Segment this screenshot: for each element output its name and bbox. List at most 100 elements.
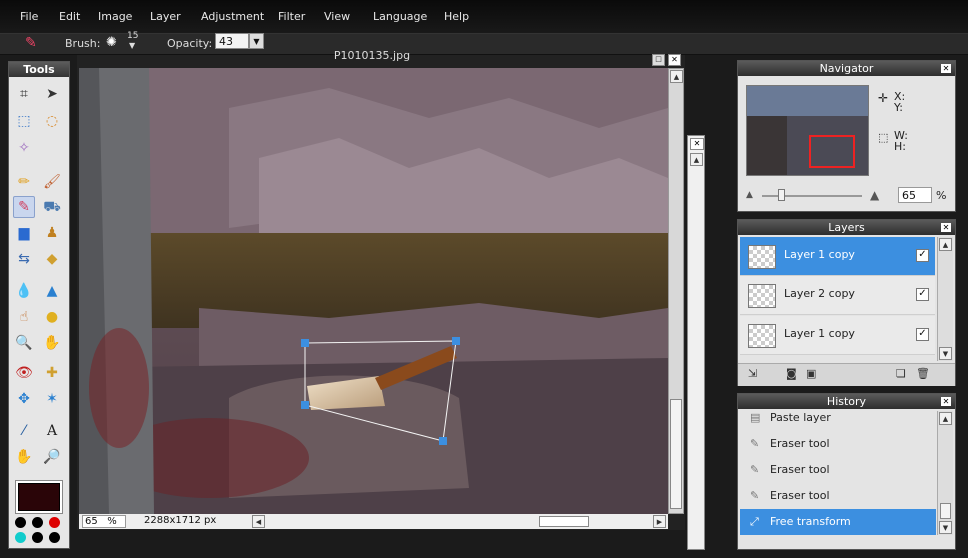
- type-icon[interactable]: A: [41, 420, 63, 442]
- menu-image[interactable]: Image: [98, 10, 132, 23]
- bloat-icon[interactable]: ✥: [13, 388, 35, 410]
- zoom-field[interactable]: 65 %: [82, 515, 126, 528]
- drawing-icon[interactable]: ◆: [41, 248, 63, 270]
- history-item[interactable]: ✎ Eraser tool: [740, 431, 936, 457]
- close-icon[interactable]: ✕: [941, 64, 951, 73]
- blur-icon[interactable]: 💧: [13, 280, 35, 302]
- layer-settings-icon[interactable]: ⇲: [748, 367, 757, 380]
- magic-wand-icon[interactable]: ✧: [13, 137, 35, 159]
- history-label: Paste layer: [770, 411, 831, 424]
- eraser-tool-icon[interactable]: ✎: [13, 196, 35, 218]
- layer-styles-icon[interactable]: ▣: [806, 367, 816, 380]
- red-eye-icon[interactable]: 👁: [13, 362, 35, 384]
- color-replace-icon[interactable]: ⇆: [13, 248, 35, 270]
- sponge-icon[interactable]: ●: [41, 306, 63, 328]
- menu-bar: File Edit Image Layer Adjustment Filter …: [0, 0, 968, 34]
- scroll-down-icon[interactable]: ▼: [939, 347, 952, 360]
- new-layer-icon[interactable]: ❏: [896, 367, 906, 380]
- zoom-in-icon[interactable]: ▲: [870, 188, 879, 202]
- menu-edit[interactable]: Edit: [59, 10, 80, 23]
- pinch-icon[interactable]: ✶: [41, 388, 63, 410]
- hand-icon[interactable]: ✋: [13, 446, 35, 468]
- zoom-value[interactable]: 65: [85, 516, 98, 527]
- history-panel: History ✕ ▤ Paste layer ✎ Eraser tool ✎ …: [737, 393, 956, 550]
- scroll-left-icon[interactable]: ◀: [252, 515, 265, 528]
- lasso-icon[interactable]: ◌: [41, 110, 63, 132]
- close-icon[interactable]: ✕: [941, 223, 951, 232]
- navigator-view-box[interactable]: [809, 135, 855, 168]
- zoom-out-icon[interactable]: ▲: [746, 190, 753, 200]
- scroll-up-icon[interactable]: ▲: [939, 412, 952, 425]
- scroll-down-icon[interactable]: ▼: [939, 521, 952, 534]
- navigator-zoom-input[interactable]: 65: [898, 187, 932, 203]
- layer-item[interactable]: Layer 2 copy ✓: [740, 276, 935, 315]
- document-horizontal-scroll-thumb[interactable]: [539, 516, 589, 527]
- menu-filter[interactable]: Filter: [278, 10, 305, 23]
- menu-file[interactable]: File: [20, 10, 38, 23]
- scroll-up-icon[interactable]: ▲: [939, 238, 952, 251]
- history-scrollbar[interactable]: ▲ ▼: [937, 411, 953, 535]
- marquee-icon[interactable]: ⬚: [13, 110, 35, 132]
- history-item[interactable]: ✎ Eraser tool: [740, 483, 936, 509]
- foreground-color-swatch[interactable]: [18, 483, 60, 511]
- history-item[interactable]: ⤢ Free transform: [740, 509, 936, 535]
- menu-language[interactable]: Language: [373, 10, 427, 23]
- scroll-right-icon[interactable]: ▶: [653, 515, 666, 528]
- sharpen-icon[interactable]: ▲: [41, 280, 63, 302]
- menu-layer[interactable]: Layer: [150, 10, 181, 23]
- delete-layer-icon[interactable]: 🗑: [916, 367, 930, 380]
- preset-color-swatch[interactable]: [32, 517, 43, 528]
- paint-bucket-icon[interactable]: ⛟: [41, 196, 63, 218]
- navigator-thumbnail[interactable]: [746, 85, 869, 176]
- document-vertical-scroll-thumb[interactable]: [670, 399, 682, 509]
- layer-item[interactable]: Layer 1 copy ✓: [740, 237, 935, 276]
- h-label: H:: [894, 140, 906, 153]
- document-vertical-scrollbar[interactable]: ▲: [668, 68, 684, 514]
- close-icon[interactable]: ✕: [941, 397, 951, 406]
- dodge-icon[interactable]: 🔍: [13, 332, 35, 354]
- history-item[interactable]: ▤ Paste layer: [740, 405, 936, 431]
- layer-name: Layer 1 copy: [784, 248, 855, 261]
- opacity-input[interactable]: 43: [215, 33, 249, 49]
- menu-adjustment[interactable]: Adjustment: [201, 10, 264, 23]
- layers-scrollbar[interactable]: ▲ ▼: [937, 237, 953, 361]
- default-colors-swatch[interactable]: [15, 517, 26, 528]
- scroll-up-icon[interactable]: ▲: [690, 153, 703, 166]
- layer-visibility-checkbox[interactable]: ✓: [916, 328, 929, 341]
- image-dimensions: 2288x1712 px: [144, 515, 217, 526]
- burn-icon[interactable]: ✋: [41, 332, 63, 354]
- history-item[interactable]: ✎ Eraser tool: [740, 457, 936, 483]
- history-scroll-thumb[interactable]: [940, 503, 951, 519]
- zoom-slider-handle[interactable]: [778, 189, 785, 201]
- gradient-icon[interactable]: ▆: [13, 222, 35, 244]
- smudge-icon[interactable]: ☝: [13, 306, 35, 328]
- pencil-icon[interactable]: ✏: [13, 171, 35, 193]
- brush-size[interactable]: 15: [127, 31, 138, 41]
- preset-color-swatch[interactable]: [32, 532, 43, 543]
- layer-visibility-checkbox[interactable]: ✓: [916, 249, 929, 262]
- menu-view[interactable]: View: [324, 10, 350, 23]
- layer-visibility-checkbox[interactable]: ✓: [916, 288, 929, 301]
- preset-color-swatch[interactable]: [49, 532, 60, 543]
- preset-red-swatch[interactable]: [49, 517, 60, 528]
- brush-icon[interactable]: 🖌: [41, 171, 63, 193]
- brush-preview-icon[interactable]: ✺: [106, 35, 117, 50]
- maximize-icon[interactable]: □: [652, 54, 665, 66]
- crop-icon[interactable]: ⌗: [13, 83, 35, 105]
- opacity-dropdown-button[interactable]: ▼: [249, 33, 264, 49]
- layer-mask-icon[interactable]: ◙: [786, 367, 797, 380]
- move-icon[interactable]: ➤: [41, 83, 63, 105]
- spot-heal-icon[interactable]: ✚: [41, 362, 63, 384]
- clone-stamp-icon[interactable]: ♟: [41, 222, 63, 244]
- navigator-thumb-building: [747, 116, 787, 175]
- preset-cyan-swatch[interactable]: [15, 532, 26, 543]
- document-canvas[interactable]: [79, 68, 668, 514]
- layer-item[interactable]: Layer 1 copy ✓: [740, 316, 935, 355]
- color-picker-icon[interactable]: ⁄: [13, 420, 35, 442]
- zoom-icon[interactable]: 🔎: [41, 446, 63, 468]
- menu-help[interactable]: Help: [444, 10, 469, 23]
- close-icon[interactable]: ✕: [690, 138, 704, 150]
- zoom-slider-track[interactable]: [762, 195, 862, 197]
- scroll-up-icon[interactable]: ▲: [670, 70, 683, 83]
- close-icon[interactable]: ✕: [668, 54, 681, 66]
